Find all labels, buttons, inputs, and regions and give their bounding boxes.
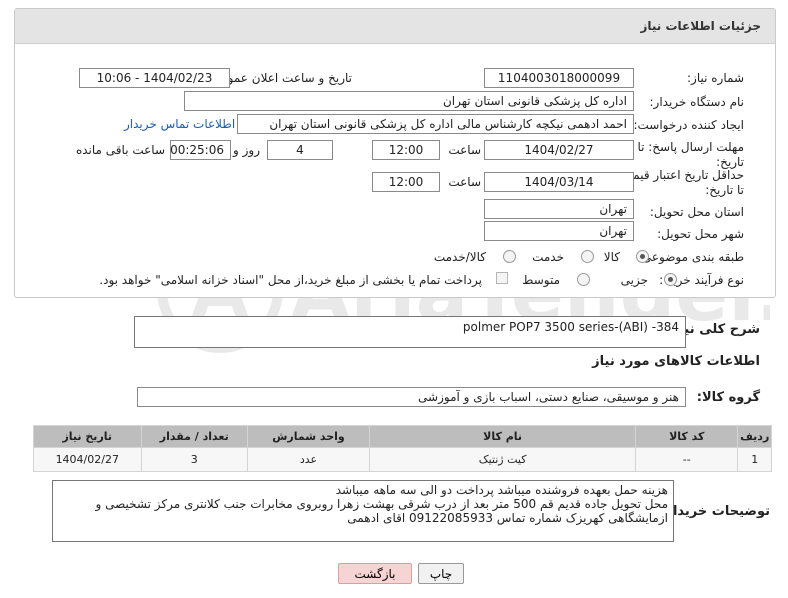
buyer-notes-line: محل تحویل جاده قدیم قم 500 متر بعد از در…: [95, 497, 669, 511]
back-button[interactable]: بازگشت: [338, 563, 412, 584]
buyer-notes-label: توضیحات خریدار:: [660, 504, 770, 519]
col-quantity: تعداد / مقدار: [140, 425, 248, 448]
goods-group-field: هنر و موسیقی، صنایع دستی، اسباب بازی و آ…: [137, 387, 686, 407]
category-service-label: خدمت: [532, 250, 564, 264]
need-number-field: 1104003018000099: [484, 68, 634, 88]
treasury-payment-checkbox[interactable]: [496, 272, 508, 284]
validity-label-line2: تا تاریخ:: [705, 183, 744, 197]
need-number-label: شماره نیاز:: [687, 71, 744, 85]
city-label: شهر محل تحویل:: [657, 227, 744, 241]
category-radio-goods[interactable]: [636, 250, 649, 263]
deadline-time-field: 12:00: [372, 140, 440, 160]
treasury-payment-note: پرداخت تمام یا بخشی از مبلغ خرید،از محل …: [99, 273, 482, 287]
time-remaining-field: 00:25:06: [170, 140, 231, 160]
col-need-date: تاریخ نیاز: [33, 425, 142, 448]
goods-table: ردیف کد کالا نام کالا واحد شمارش تعداد /…: [33, 425, 772, 472]
process-radio-minor[interactable]: [664, 273, 677, 286]
announce-date-field: 1404/02/23 - 10:06: [79, 68, 230, 88]
cell-quantity: 3: [140, 447, 248, 472]
deadline-time-label: ساعت: [448, 143, 481, 157]
cell-goods-code: --: [635, 447, 739, 472]
description-text: polmer POP7 3500 series-(ABI) -384: [462, 320, 679, 334]
category-label: طبقه بندی موضوعی:: [637, 250, 744, 264]
category-radio-service[interactable]: [581, 250, 594, 263]
table-row: 1 -- کیت ژنتیک عدد 3 1404/02/27: [33, 447, 772, 472]
buyer-notes-textarea[interactable]: هزینه حمل بعهده فروشنده میباشد پرداخت دو…: [52, 480, 674, 542]
buyer-org-field: اداره کل پزشکی قانونی استان تهران: [184, 91, 634, 111]
cell-goods-name: کیت ژنتیک: [369, 447, 637, 472]
time-remaining-label: ساعت باقی مانده: [75, 143, 165, 157]
province-label: استان محل تحویل:: [649, 205, 744, 219]
panel-title: جزئیات اطلاعات نیاز: [15, 9, 775, 44]
category-radio-goods-service[interactable]: [503, 250, 516, 263]
category-goods-service-label: کالا/خدمت: [433, 250, 486, 264]
days-remaining-field: 4: [267, 140, 333, 160]
process-medium-label: متوسط: [522, 273, 560, 287]
goods-group-label: گروه کالا:: [696, 390, 760, 405]
description-textarea[interactable]: polmer POP7 3500 series-(ABI) -384: [134, 316, 686, 348]
buyer-org-label: نام دستگاه خریدار:: [649, 95, 745, 109]
col-goods-name: نام کالا: [369, 425, 637, 448]
category-goods-label: کالا: [603, 250, 620, 264]
goods-section-title: اطلاعات کالاهای مورد نیاز: [592, 354, 760, 369]
process-minor-label: جزیی: [620, 273, 648, 287]
print-button[interactable]: چاپ: [418, 563, 464, 584]
creator-field: احمد ادهمی نیکچه کارشناس مالی اداره کل پ…: [237, 114, 634, 134]
creator-label: ایجاد کننده درخواست:: [633, 118, 744, 132]
col-row-number: ردیف: [737, 425, 772, 448]
validity-time-label: ساعت: [448, 175, 481, 189]
deadline-label-line2: تاریخ:: [716, 155, 744, 169]
col-unit: واحد شمارش: [246, 425, 371, 448]
deadline-date-field: 1404/02/27: [484, 140, 634, 160]
buyer-contact-link[interactable]: اطلاعات تماس خریدار: [124, 117, 235, 131]
buyer-notes-line: هزینه حمل بعهده فروشنده میباشد پرداخت دو…: [335, 483, 668, 497]
validity-label: حداقل تاریخ اعتبار قیمت:: [617, 168, 744, 182]
cell-need-date: 1404/02/27: [33, 447, 142, 472]
deadline-label: مهلت ارسال پاسخ: تا: [637, 140, 744, 154]
city-field: تهران: [484, 221, 634, 241]
validity-time-field: 12:00: [372, 172, 440, 192]
buyer-notes-line: ازمایشگاهی کهریزک شماره تماس 09122085933…: [347, 511, 668, 525]
validity-date-field: 1404/03/14: [484, 172, 634, 192]
province-field: تهران: [484, 199, 634, 219]
process-radio-medium[interactable]: [577, 273, 590, 286]
col-goods-code: کد کالا: [635, 425, 739, 448]
cell-row-number: 1: [737, 447, 772, 472]
days-label: روز و: [233, 143, 260, 157]
cell-unit: عدد: [246, 447, 371, 472]
goods-table-header: ردیف کد کالا نام کالا واحد شمارش تعداد /…: [33, 425, 772, 448]
